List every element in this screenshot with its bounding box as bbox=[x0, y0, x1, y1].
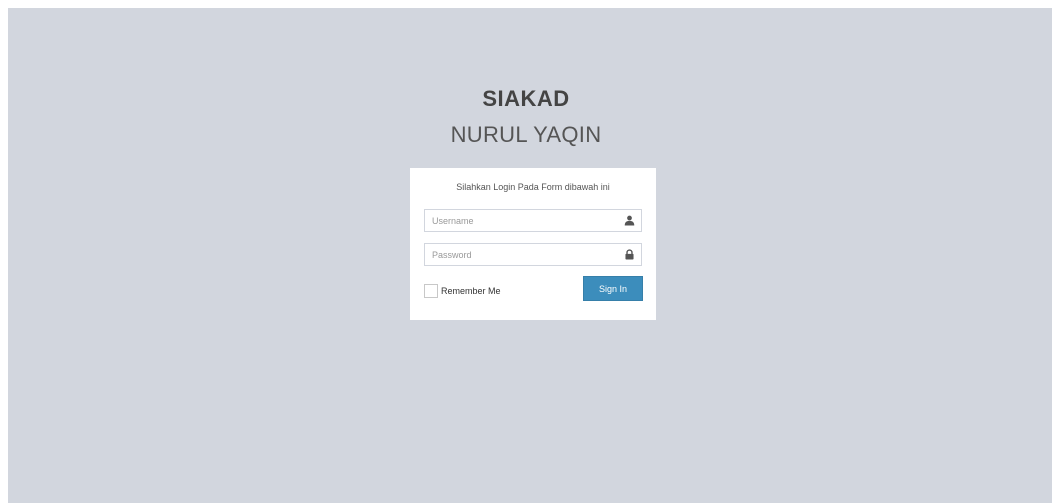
password-input[interactable] bbox=[425, 244, 622, 265]
app-title: SIAKAD bbox=[482, 86, 570, 111]
login-box: Silahkan Login Pada Form dibawah ini Rem… bbox=[410, 168, 656, 320]
sign-in-button[interactable]: Sign In bbox=[583, 276, 643, 301]
username-input[interactable] bbox=[425, 210, 622, 231]
app-subtitle: NURUL YAQIN bbox=[450, 122, 602, 147]
remember-me[interactable]: Remember Me bbox=[424, 283, 501, 299]
user-icon bbox=[624, 215, 635, 226]
remember-me-label: Remember Me bbox=[441, 286, 501, 296]
password-field bbox=[424, 243, 642, 266]
username-field bbox=[424, 209, 642, 232]
lock-icon bbox=[625, 249, 634, 260]
remember-me-checkbox[interactable] bbox=[424, 284, 438, 298]
login-box-message: Silahkan Login Pada Form dibawah ini bbox=[456, 182, 610, 192]
